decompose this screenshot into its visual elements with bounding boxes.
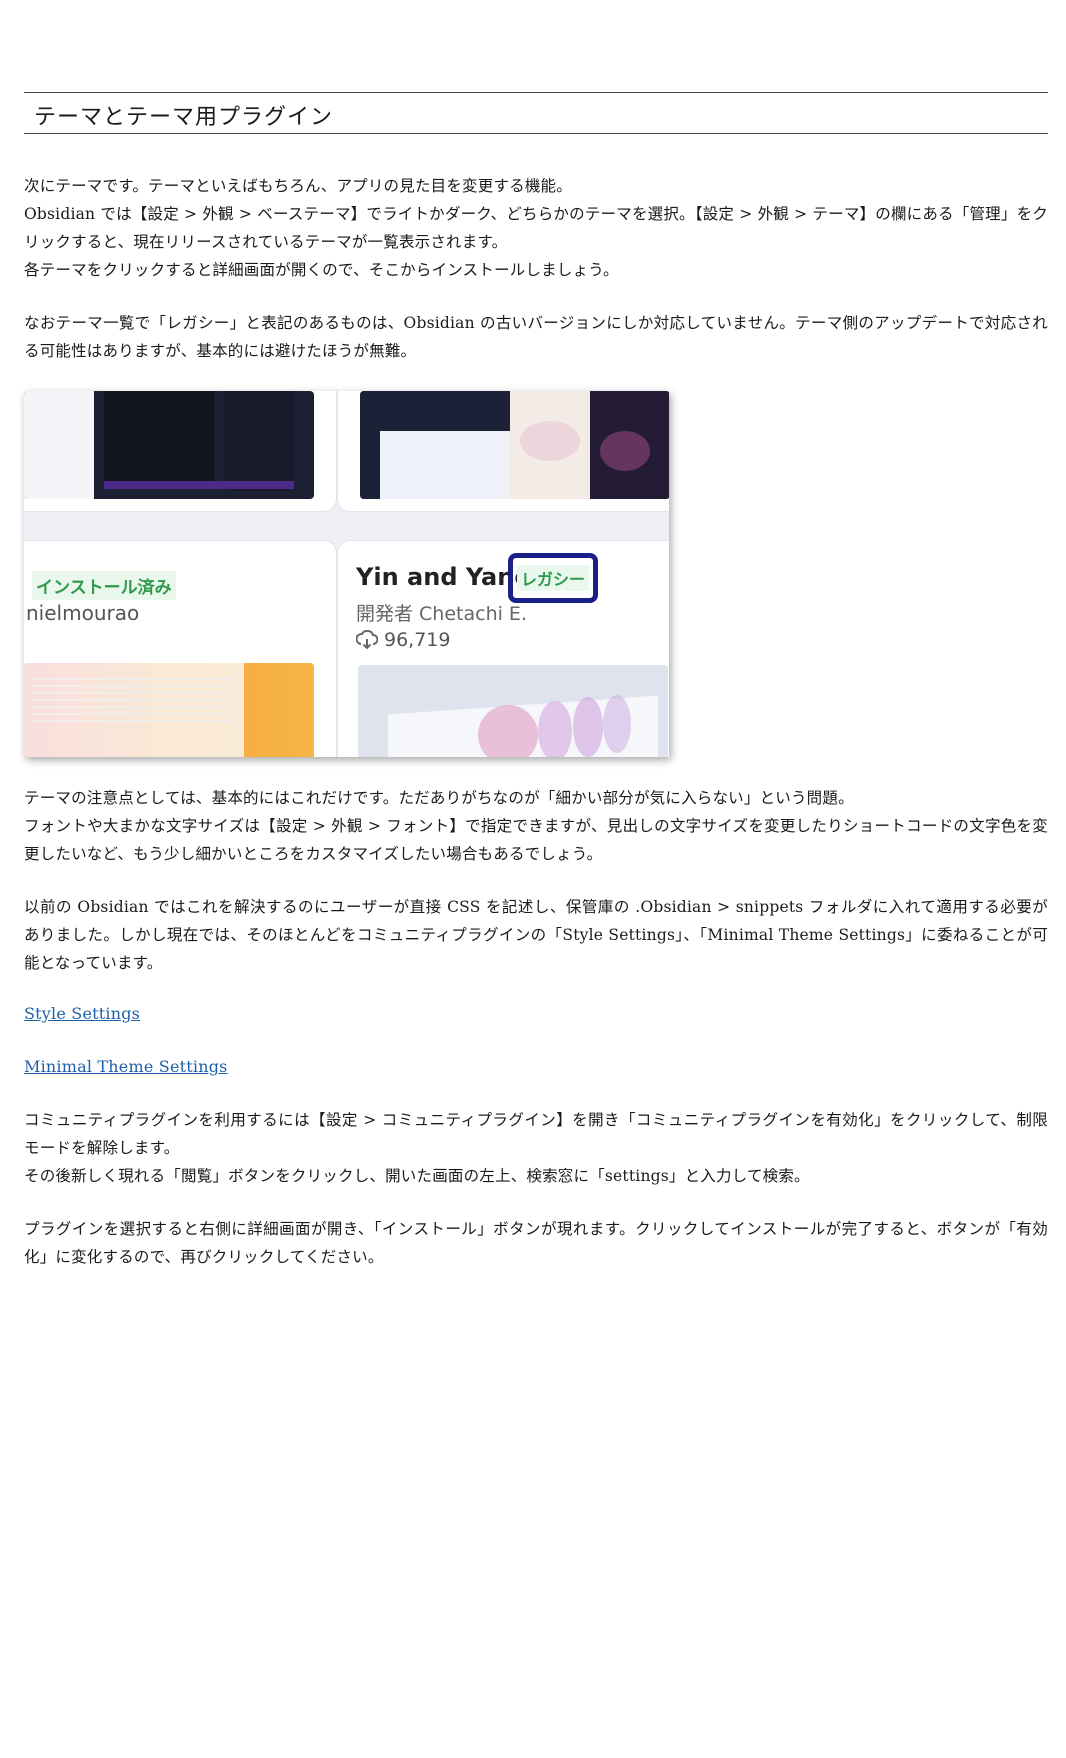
link-paragraph: Style Settings xyxy=(24,1000,1048,1028)
paragraph: Obsidian では【設定 > 外観 > ベーステーマ】でライトかダーク、どち… xyxy=(24,205,1048,251)
theme-preview-image xyxy=(360,391,669,499)
theme-preview-image xyxy=(358,665,668,757)
paragraph: テーマの注意点としては、基本的にはこれだけです。ただありがちなのが「細かい部分が… xyxy=(24,789,854,807)
theme-author: nielmourao xyxy=(26,601,140,625)
style-settings-link[interactable]: Style Settings xyxy=(24,1004,140,1023)
link-paragraph: Minimal Theme Settings xyxy=(24,1053,1048,1081)
legacy-badge-highlight: レガシー xyxy=(508,553,598,603)
paragraph: フォントや大まかな文字サイズは【設定 > 外観 > フォント】で指定できますが、… xyxy=(24,817,1048,863)
download-count: 96,719 xyxy=(356,629,450,651)
theme-list-screenshot: インストール済み nielmourao Yin and Yang レガシー 開発… xyxy=(24,391,669,757)
theme-name: Yin and Yang xyxy=(356,563,532,591)
minimal-theme-settings-link[interactable]: Minimal Theme Settings xyxy=(24,1057,228,1076)
paragraph: 各テーマをクリックすると詳細画面が開くので、そこからインストールしましょう。 xyxy=(24,261,619,279)
theme-developer: 開発者 Chetachi E. xyxy=(356,603,527,625)
paragraph: その後新しく現れる「閲覧」ボタンをクリックし、開いた画面の左上、検索窓に「set… xyxy=(24,1167,810,1185)
section-heading: テーマとテーマ用プラグイン xyxy=(24,92,1048,134)
theme-preview-image xyxy=(24,391,314,499)
download-cloud-icon xyxy=(356,630,378,650)
theme-preview-image xyxy=(24,663,314,757)
paragraph: 以前の Obsidian ではこれを解決するのにユーザーが直接 CSS を記述し… xyxy=(24,898,1048,972)
paragraph: プラグインを選択すると右側に詳細画面が開き、「インストール」ボタンが現れます。ク… xyxy=(24,1220,1048,1266)
theme-card: インストール済み nielmourao xyxy=(24,541,336,757)
paragraph: コミュニティプラグインを利用するには【設定 > コミュニティプラグイン】を開き「… xyxy=(24,1111,1048,1157)
theme-card xyxy=(24,391,336,511)
theme-card xyxy=(338,391,669,511)
paragraph: なおテーマ一覧で「レガシー」と表記のあるものは、Obsidian の古いバージョ… xyxy=(24,314,1048,360)
download-count-value: 96,719 xyxy=(384,629,451,651)
legacy-badge: レガシー xyxy=(516,565,589,591)
installed-badge: インストール済み xyxy=(32,571,176,600)
theme-card-yin-and-yang[interactable]: Yin and Yang レガシー 開発者 Chetachi E. 96,719 xyxy=(338,541,669,757)
paragraph: 次にテーマです。テーマといえばもちろん、アプリの見た目を変更する機能。 xyxy=(24,177,572,195)
section-title: テーマとテーマ用プラグイン xyxy=(34,105,334,130)
